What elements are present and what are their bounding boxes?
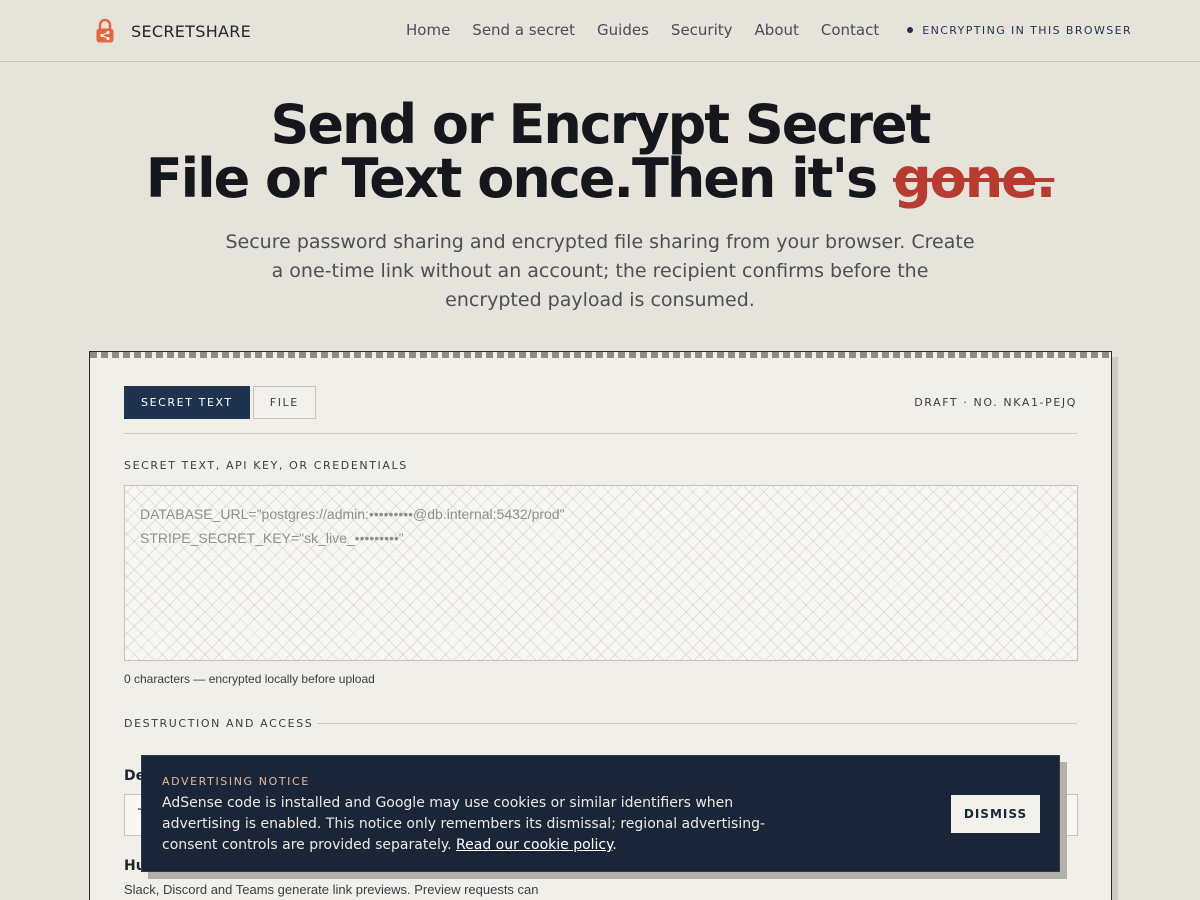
divider xyxy=(124,433,1077,434)
mode-tabs: SECRET TEXT FILE xyxy=(124,386,316,419)
perforated-edge xyxy=(90,352,1111,358)
encryption-status: ENCRYPTING IN THIS BROWSER xyxy=(907,24,1132,37)
nav-send-secret[interactable]: Send a secret xyxy=(472,21,575,39)
dismiss-button[interactable]: DISMISS xyxy=(951,795,1040,833)
hero-title-line2-text: File or Text once.Then it's xyxy=(145,147,893,210)
notice-title: ADVERTISING NOTICE xyxy=(162,775,310,788)
section-heading-text: DESTRUCTION AND ACCESS xyxy=(124,717,314,730)
top-navigation: SECRETSHARE Home Send a secret Guides Se… xyxy=(0,0,1200,62)
section-heading-rule xyxy=(317,723,1077,724)
advertising-notice: ADVERTISING NOTICE AdSense code is insta… xyxy=(141,755,1060,872)
secret-textarea[interactable] xyxy=(124,485,1078,661)
brand-name: SECRETSHARE xyxy=(131,21,252,41)
character-count: 0 characters — encrypted locally before … xyxy=(124,672,375,686)
draft-number: DRAFT · NO. NKA1-PEJQ xyxy=(914,396,1077,409)
tab-secret-text[interactable]: SECRET TEXT xyxy=(124,386,250,419)
hero-subtitle: Secure password sharing and encrypted fi… xyxy=(225,231,975,311)
tab-file[interactable]: FILE xyxy=(252,386,316,419)
nav-home[interactable]: Home xyxy=(406,21,450,39)
status-dot-icon xyxy=(907,27,914,33)
brand-logo[interactable]: SECRETSHARE xyxy=(95,18,251,44)
nav-security[interactable]: Security xyxy=(671,21,733,39)
nav-guides[interactable]: Guides xyxy=(597,21,649,39)
cookie-policy-link[interactable]: Read our cookie policy xyxy=(456,837,612,853)
hero-title-line2: File or Text once.Then it's gone. xyxy=(0,152,1200,206)
nav-contact[interactable]: Contact xyxy=(821,21,879,39)
link-preview-help: Slack, Discord and Teams generate link p… xyxy=(124,882,539,897)
status-text: ENCRYPTING IN THIS BROWSER xyxy=(922,23,1132,37)
hero-title-line1: Send or Encrypt Secret xyxy=(270,93,932,156)
notice-text-end: . xyxy=(612,837,617,853)
secret-field-label: SECRET TEXT, API KEY, OR CREDENTIALS xyxy=(124,459,408,472)
notice-body: AdSense code is installed and Google may… xyxy=(162,793,802,856)
lock-icon xyxy=(96,18,114,43)
destruction-section-heading: DESTRUCTION AND ACCESS xyxy=(124,717,1077,730)
main-nav: Home Send a secret Guides Security About… xyxy=(406,21,1132,39)
hero-title: Send or Encrypt Secret File or Text once… xyxy=(0,98,1200,206)
nav-about[interactable]: About xyxy=(755,21,799,39)
hero-title-struck-word: gone. xyxy=(892,147,1056,210)
